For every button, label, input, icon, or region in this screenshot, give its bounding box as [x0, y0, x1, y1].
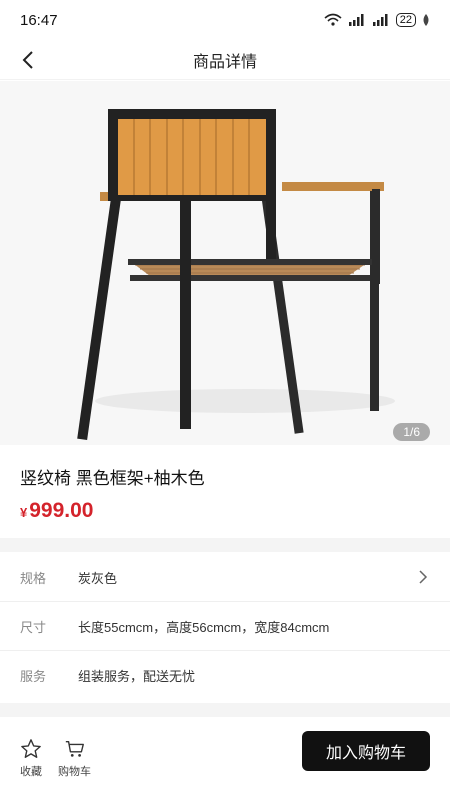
status-bar: 16:47 22 — [0, 0, 450, 40]
spec-row-service: 服务 组装服务，配送无忧 — [0, 651, 450, 700]
page-title: 商品详情 — [192, 53, 257, 71]
status-time: 16:47 — [20, 11, 58, 29]
spec-label: 尺寸 — [20, 619, 47, 635]
product-image-carousel[interactable]: 1/6 — [0, 81, 450, 445]
currency-symbol: ¥ — [20, 505, 28, 520]
battery-icon: 22 — [395, 13, 416, 27]
cart-icon — [65, 740, 84, 757]
chevron-left-icon — [22, 51, 33, 69]
chevron-right-icon — [419, 570, 428, 584]
favorite-label: 收藏 — [20, 766, 42, 778]
image-pager: 1/6 — [393, 423, 430, 441]
bottom-action-bar: 收藏 购物车 加入购物车 — [0, 717, 450, 800]
star-icon — [21, 739, 41, 758]
add-to-cart-button[interactable]: 加入购物车 — [302, 731, 430, 771]
status-icons: 22 — [324, 13, 430, 27]
spec-value: 组装服务，配送无忧 — [78, 669, 196, 684]
price-value: 999.00 — [29, 499, 94, 522]
cart-label: 购物车 — [58, 766, 91, 778]
product-image — [77, 109, 395, 440]
signal-icon — [372, 14, 388, 26]
spec-label: 服务 — [20, 669, 47, 684]
wifi-icon — [324, 13, 342, 26]
back-button[interactable] — [14, 46, 42, 74]
product-title: 竖纹椅 黑色框架+柚木色 — [20, 469, 205, 488]
spec-label: 规格 — [20, 570, 47, 586]
section-divider — [0, 703, 450, 717]
spec-row-size: 尺寸 长度55cmcm，高度56cmcm，宽度84cmcm — [0, 602, 450, 651]
nav-bar: 商品详情 — [0, 40, 450, 80]
spec-value: 长度55cmcm，高度56cmcm，宽度84cmcm — [78, 619, 330, 635]
spec-row-variant[interactable]: 规格 炭灰色 — [0, 553, 450, 602]
leaf-icon — [423, 14, 429, 26]
spec-value: 炭灰色 — [78, 570, 118, 586]
product-price: ¥ 999.00 — [20, 499, 430, 523]
spec-list: 规格 炭灰色 尺寸 长度55cmcm，高度56cmcm，宽度84cmcm 服务 … — [0, 553, 450, 700]
favorite-button[interactable]: 收藏 — [20, 738, 42, 779]
section-divider — [0, 538, 450, 552]
product-info: 竖纹椅 黑色框架+柚木色 ¥ 999.00 — [0, 450, 450, 538]
signal-icon — [348, 14, 364, 26]
cart-button[interactable]: 购物车 — [58, 738, 91, 779]
